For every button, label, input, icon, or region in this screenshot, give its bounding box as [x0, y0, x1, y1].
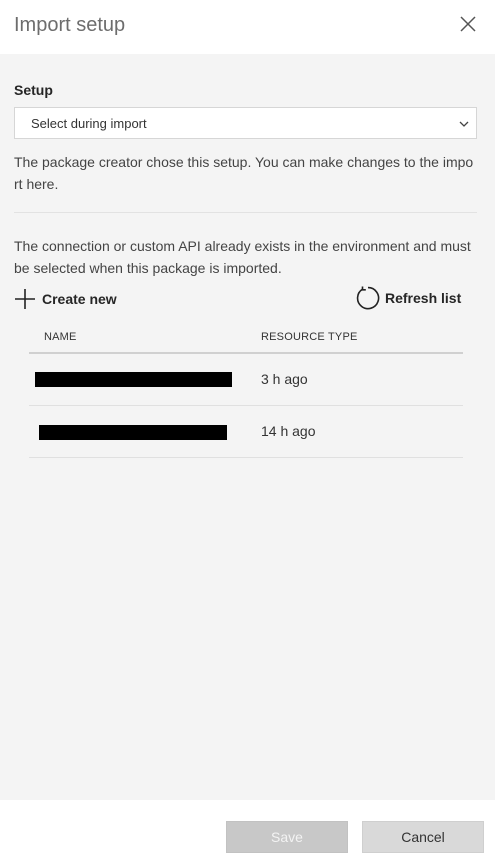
resource-type-cell: 14 h ago	[261, 423, 316, 439]
setup-dropdown[interactable]: Select during import	[14, 107, 477, 139]
resource-type-cell: 3 h ago	[261, 371, 308, 387]
panel-title: Import setup	[14, 14, 126, 36]
redacted-name	[35, 372, 232, 387]
table-header: NAME RESOURCE TYPE	[29, 324, 463, 354]
connection-description: The connection or custom API already exi…	[14, 238, 471, 276]
chevron-down-icon	[459, 121, 469, 127]
close-button[interactable]	[456, 12, 480, 36]
table-row[interactable]: 14 h ago	[29, 406, 463, 458]
column-header-name[interactable]: NAME	[44, 331, 77, 343]
refresh-icon	[356, 286, 380, 310]
refresh-list-button[interactable]: Refresh list	[354, 285, 461, 311]
close-icon[interactable]	[456, 12, 480, 36]
create-new-label: Create new	[42, 291, 117, 307]
panel-content: Setup Select during import The package c…	[0, 54, 495, 800]
refresh-list-label: Refresh list	[385, 290, 462, 306]
redacted-name	[39, 425, 227, 440]
setup-label: Setup	[14, 82, 53, 98]
save-button[interactable]: Save	[226, 821, 348, 853]
panel-header: Import setup	[0, 0, 495, 54]
table-row[interactable]: 3 h ago	[29, 354, 463, 406]
plus-icon	[15, 289, 35, 309]
setup-dropdown-value: Select during import	[31, 116, 147, 131]
panel-footer: Save Cancel	[0, 800, 495, 864]
column-header-resource-type[interactable]: RESOURCE TYPE	[261, 331, 358, 343]
setup-description: The package creator chose this setup. Yo…	[14, 154, 474, 192]
section-divider	[14, 212, 477, 213]
create-new-button[interactable]: Create new	[14, 287, 117, 311]
cancel-button[interactable]: Cancel	[362, 821, 484, 853]
connections-table: NAME RESOURCE TYPE 3 h ago 14 h ago	[29, 324, 463, 458]
